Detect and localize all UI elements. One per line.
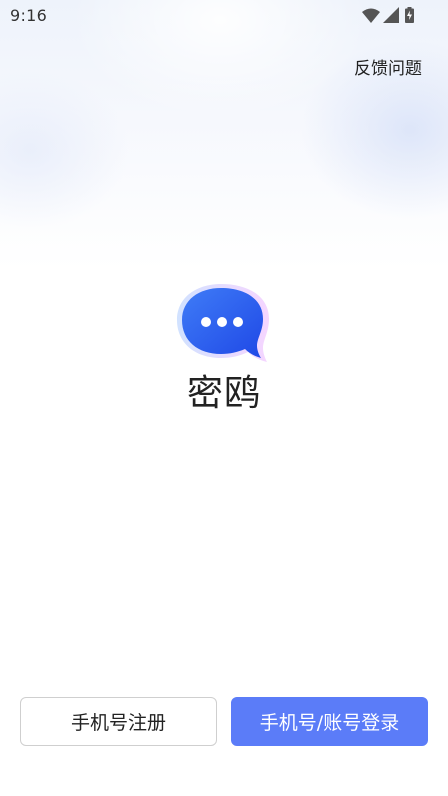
phone-register-button[interactable]: 手机号注册: [20, 697, 217, 746]
app-name: 密鸥: [186, 373, 261, 414]
wifi-icon: [362, 8, 380, 23]
phone-account-login-button[interactable]: 手机号/账号登录: [231, 697, 428, 746]
app-logo: [171, 280, 275, 364]
chat-bubble-icon: [177, 284, 269, 362]
splash-screen: 9:16 反馈问题 密鸥 手机号注册 手机号/账号登录: [0, 0, 448, 796]
cellular-signal-icon: [383, 7, 399, 23]
background-glow: [0, 70, 130, 230]
status-time: 9:16: [10, 6, 48, 25]
battery-charging-icon: [405, 7, 414, 23]
status-bar: 9:16: [0, 0, 448, 30]
feedback-link[interactable]: 反馈问题: [354, 59, 422, 79]
status-icons: [362, 7, 414, 23]
